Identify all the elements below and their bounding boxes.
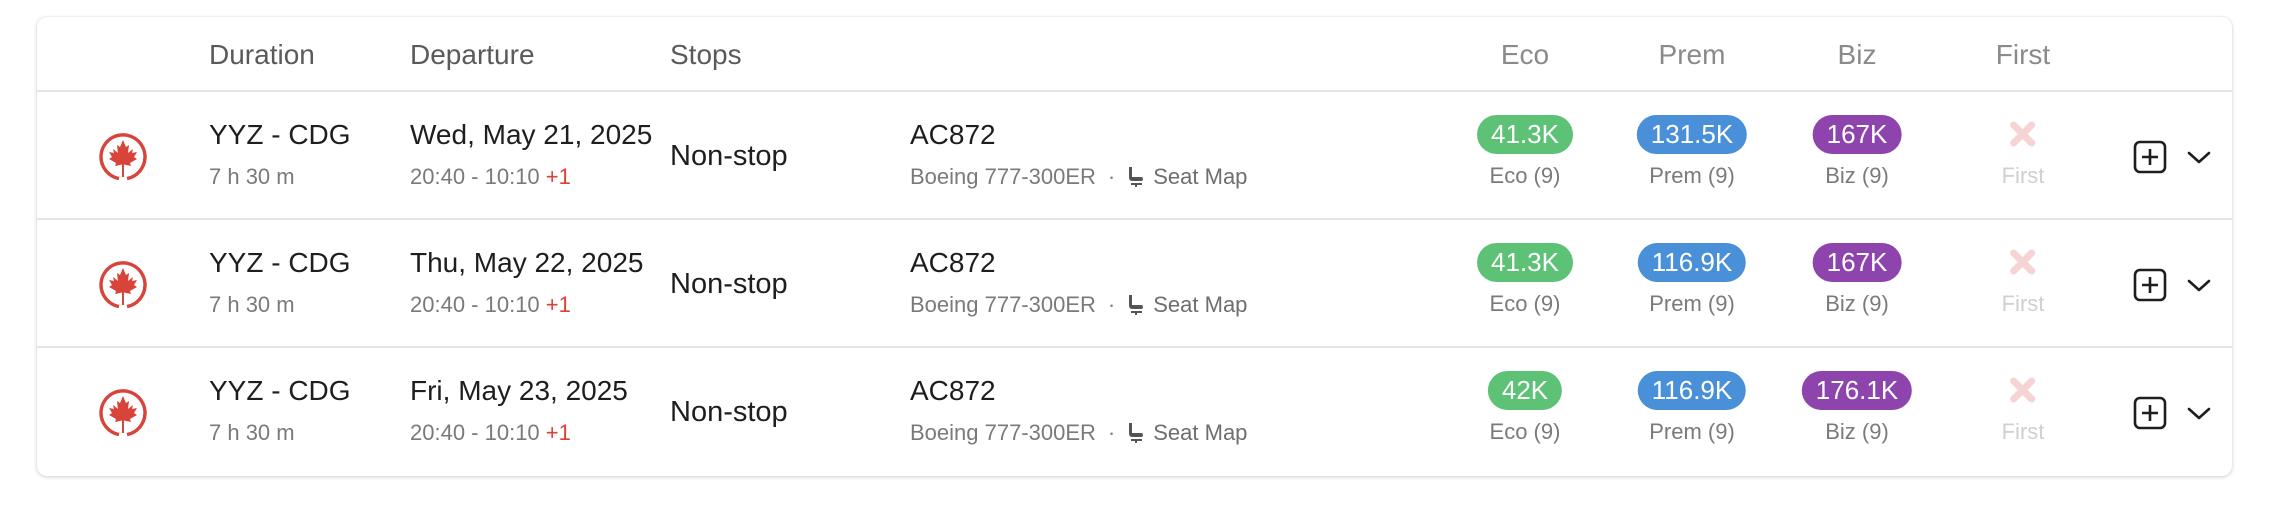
- prem-cabin: 116.9K Prem (9): [1637, 243, 1747, 317]
- eco-price-badge[interactable]: 41.3K: [1477, 243, 1573, 282]
- header-departure: Departure: [410, 39, 535, 70]
- duration: 7 h 30 m: [209, 420, 295, 445]
- aircraft-type: Boeing 777-300ER: [910, 164, 1096, 189]
- header-duration: Duration: [209, 39, 315, 70]
- header-prem: Prem: [1658, 39, 1726, 70]
- biz-seats: Biz (9): [1825, 163, 1889, 188]
- header-stops: Stops: [670, 39, 742, 70]
- eco-seats: Eco (9): [1489, 419, 1561, 444]
- flight-row[interactable]: YYZ - CDG 7 h 30 m Fri, May 23, 2025 20:…: [37, 348, 2232, 476]
- chevron-down-icon[interactable]: [2185, 273, 2213, 297]
- biz-price-badge[interactable]: 167K: [1812, 243, 1902, 282]
- plus-square-icon[interactable]: [2133, 140, 2167, 174]
- flight-number: AC872: [910, 247, 996, 278]
- biz-price-badge[interactable]: 167K: [1812, 115, 1902, 154]
- seat-map-link[interactable]: Seat Map: [1153, 164, 1247, 190]
- x-icon: [2010, 121, 2036, 147]
- aircraft-info: Boeing 777-300ER · Seat Map: [910, 292, 1247, 318]
- seat-icon: [1129, 167, 1144, 187]
- flight-number: AC872: [910, 375, 996, 406]
- aircraft-info: Boeing 777-300ER · Seat Map: [910, 164, 1247, 190]
- time-range: 20:40 - 10:10: [410, 292, 540, 317]
- eco-price-badge[interactable]: 42K: [1487, 371, 1563, 410]
- seat-icon: [1129, 295, 1144, 315]
- first-cabin: First: [2001, 115, 2045, 189]
- header-first: First: [1995, 39, 2051, 70]
- air-canada-maple-leaf-icon: [99, 133, 147, 181]
- chevron-down-icon[interactable]: [2185, 401, 2213, 425]
- first-label: First: [2001, 291, 2045, 316]
- chevron-down-icon[interactable]: [2185, 145, 2213, 169]
- separator: ·: [1107, 164, 1116, 189]
- header-eco: Eco: [1500, 39, 1550, 70]
- separator: ·: [1107, 292, 1116, 317]
- aircraft-type: Boeing 777-300ER: [910, 292, 1096, 317]
- departure-times: 20:40 - 10:10 +1: [410, 164, 571, 190]
- air-canada-maple-leaf-icon: [99, 389, 147, 437]
- stops: Non-stop: [670, 268, 788, 300]
- table-header: Duration Departure Stops Eco Prem Biz Fi…: [37, 17, 2232, 92]
- flight-row[interactable]: YYZ - CDG 7 h 30 m Wed, May 21, 2025 20:…: [37, 92, 2232, 220]
- prem-seats: Prem (9): [1649, 291, 1735, 316]
- prem-seats: Prem (9): [1649, 163, 1735, 188]
- flight-number: AC872: [910, 119, 996, 150]
- prem-cabin: 116.9K Prem (9): [1637, 371, 1747, 445]
- prem-price-badge[interactable]: 116.9K: [1637, 371, 1747, 410]
- biz-cabin: 167K Biz (9): [1812, 243, 1902, 317]
- prem-seats: Prem (9): [1649, 419, 1735, 444]
- eco-cabin: 42K Eco (9): [1487, 371, 1563, 445]
- prem-cabin: 131.5K Prem (9): [1636, 115, 1748, 189]
- seat-map-link[interactable]: Seat Map: [1153, 420, 1247, 446]
- flight-row[interactable]: YYZ - CDG 7 h 30 m Thu, May 22, 2025 20:…: [37, 220, 2232, 348]
- seat-map-link[interactable]: Seat Map: [1153, 292, 1247, 318]
- prem-price-badge[interactable]: 116.9K: [1637, 243, 1747, 282]
- stops: Non-stop: [670, 396, 788, 428]
- prem-price-badge[interactable]: 131.5K: [1636, 115, 1748, 154]
- time-range: 20:40 - 10:10: [410, 164, 540, 189]
- route: YYZ - CDG: [209, 375, 351, 406]
- route: YYZ - CDG: [209, 119, 351, 150]
- eco-cabin: 41.3K Eco (9): [1477, 115, 1573, 189]
- biz-cabin: 167K Biz (9): [1812, 115, 1902, 189]
- stops: Non-stop: [670, 140, 788, 172]
- biz-price-badge[interactable]: 176.1K: [1801, 371, 1913, 410]
- x-icon: [2010, 249, 2036, 275]
- eco-cabin: 41.3K Eco (9): [1477, 243, 1573, 317]
- first-label: First: [2001, 163, 2045, 188]
- air-canada-maple-leaf-icon: [99, 261, 147, 309]
- departure-times: 20:40 - 10:10 +1: [410, 420, 571, 446]
- first-cabin: First: [2001, 243, 2045, 317]
- first-label: First: [2001, 419, 2045, 444]
- biz-seats: Biz (9): [1825, 291, 1889, 316]
- duration: 7 h 30 m: [209, 292, 295, 317]
- departure-date: Fri, May 23, 2025: [410, 375, 628, 406]
- time-range: 20:40 - 10:10: [410, 420, 540, 445]
- seat-icon: [1129, 423, 1144, 443]
- first-cabin: First: [2001, 371, 2045, 445]
- flight-results-table: Duration Departure Stops Eco Prem Biz Fi…: [37, 17, 2232, 476]
- day-offset: +1: [545, 164, 571, 189]
- day-offset: +1: [545, 420, 571, 445]
- plus-square-icon[interactable]: [2133, 268, 2167, 302]
- biz-seats: Biz (9): [1825, 419, 1889, 444]
- aircraft-info: Boeing 777-300ER · Seat Map: [910, 420, 1247, 446]
- departure-date: Thu, May 22, 2025: [410, 247, 644, 278]
- day-offset: +1: [545, 292, 571, 317]
- biz-cabin: 176.1K Biz (9): [1801, 371, 1913, 445]
- route: YYZ - CDG: [209, 247, 351, 278]
- duration: 7 h 30 m: [209, 164, 295, 189]
- eco-price-badge[interactable]: 41.3K: [1477, 115, 1573, 154]
- eco-seats: Eco (9): [1489, 291, 1561, 316]
- separator: ·: [1107, 420, 1116, 445]
- plus-square-icon[interactable]: [2133, 396, 2167, 430]
- departure-times: 20:40 - 10:10 +1: [410, 292, 571, 318]
- aircraft-type: Boeing 777-300ER: [910, 420, 1096, 445]
- header-biz: Biz: [1837, 39, 1877, 70]
- departure-date: Wed, May 21, 2025: [410, 119, 653, 150]
- x-icon: [2010, 377, 2036, 403]
- eco-seats: Eco (9): [1489, 163, 1561, 188]
